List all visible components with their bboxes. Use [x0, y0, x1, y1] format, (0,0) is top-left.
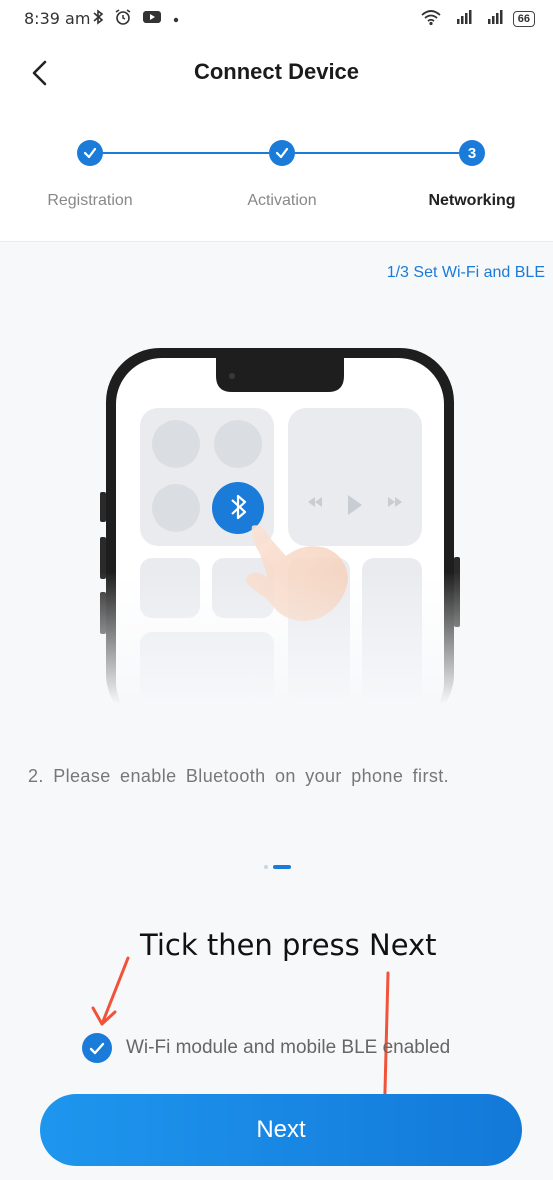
- consent-row[interactable]: Wi-Fi module and mobile BLE enabled: [82, 1033, 450, 1063]
- step-connector: [103, 152, 269, 154]
- next-button[interactable]: Next: [40, 1094, 522, 1166]
- step-label-networking: Networking: [428, 192, 516, 209]
- page-indicator-dot: [264, 865, 268, 869]
- step-connector: [295, 152, 459, 154]
- page-indicator: [264, 864, 291, 870]
- content-area: 1/3 Set Wi-Fi and BLE 2. Please enable B…: [0, 241, 553, 1180]
- battery-indicator: 66: [512, 10, 535, 27]
- page-indicator-dot-active: [273, 865, 291, 869]
- signal-icon: [482, 9, 504, 28]
- instruction-text: 2. Please enable Bluetooth on your phone…: [28, 766, 450, 786]
- step-networking-number: 3: [459, 140, 485, 166]
- dot-icon: [172, 11, 180, 28]
- consent-checkbox[interactable]: [82, 1033, 112, 1063]
- step-activation-check: [269, 140, 295, 166]
- status-bar: 8:39 am 66: [0, 0, 553, 40]
- media-icon: [142, 9, 162, 29]
- step-label-registration: Registration: [47, 192, 133, 209]
- consent-label: Wi-Fi module and mobile BLE enabled: [126, 1037, 451, 1058]
- alarm-icon: [114, 8, 132, 30]
- status-icons-right: 66: [420, 8, 535, 29]
- page-title: Connect Device: [193, 59, 360, 84]
- arrow-to-checkbox: [100, 956, 130, 1026]
- bluetooth-icon: [92, 9, 104, 29]
- annotation-text: Tick then press Next: [140, 928, 437, 962]
- signal-icon: [451, 9, 473, 28]
- arrow-head-checkbox: [91, 1006, 117, 1026]
- check-icon: [275, 147, 289, 159]
- status-time: 8:39 am: [24, 9, 91, 28]
- nav-bar: Connect Device: [0, 45, 553, 101]
- wifi-icon: [420, 8, 442, 29]
- check-icon: [83, 147, 97, 159]
- progress-stepper: 3 Registration Activation Networking: [0, 130, 553, 220]
- set-wifi-ble-link[interactable]: 1/3 Set Wi-Fi and BLE: [387, 264, 545, 282]
- check-icon: [89, 1042, 105, 1054]
- step-registration-check: [77, 140, 103, 166]
- step-label-activation: Activation: [247, 192, 317, 209]
- phone-bluetooth-illustration: [90, 348, 470, 704]
- status-icons-left: [92, 8, 180, 30]
